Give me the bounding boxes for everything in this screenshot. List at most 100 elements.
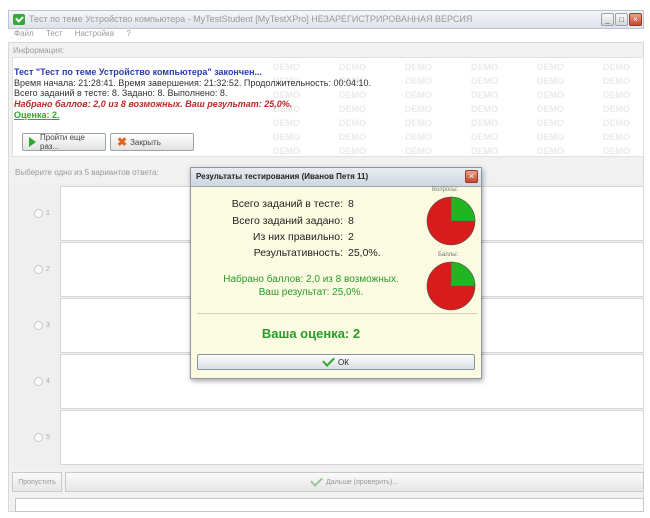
demo-watermark-text: DEMO (339, 90, 366, 100)
title-bar: Тест по теме Устройство компьютера - MyT… (8, 10, 644, 29)
answer-option-5[interactable] (60, 410, 644, 465)
close-x-icon: ✖ (117, 135, 128, 149)
info-section-label: Информация: (13, 46, 65, 55)
stat-efficiency-label: Результативность: (253, 247, 343, 259)
points-line-1: Набрано баллов: 2,0 из 8 возможных. (223, 274, 399, 285)
demo-watermark-text: DEMO (471, 118, 498, 128)
close-label: Закрыть (130, 137, 161, 147)
demo-watermark-text: DEMO (471, 90, 498, 100)
demo-watermark-text: DEMO (339, 118, 366, 128)
dialog-divider (197, 313, 477, 314)
menu-file[interactable]: Файл (14, 29, 34, 38)
answer-number-2: 2 (46, 266, 50, 273)
menu-test[interactable]: Тест (46, 29, 63, 38)
points-line-2: Ваш результат: 25,0%. (258, 287, 364, 298)
demo-watermark-text: DEMO (537, 90, 564, 100)
window-close-button[interactable]: × (629, 13, 642, 26)
demo-watermark-text: DEMO (405, 146, 432, 156)
answer-number-1: 1 (46, 210, 50, 217)
stat-total-label: Всего заданий в тесте: (231, 198, 343, 210)
next-button[interactable]: Дальше (проверить)... (65, 472, 644, 492)
retry-button[interactable]: Пройти еще раз... (22, 133, 106, 151)
demo-watermark-text: DEMO (537, 62, 564, 72)
ok-button[interactable]: ОК (197, 354, 475, 370)
demo-watermark-text: DEMO (537, 118, 564, 128)
stat-efficiency-value: 25,0%. (348, 247, 381, 259)
demo-watermark-text: DEMO (273, 62, 300, 72)
stat-asked-value: 8 (348, 215, 354, 227)
test-finished-title: Тест "Тест по теме Устройство компьютера… (14, 67, 263, 77)
pie-questions-label: Вопросы: (432, 187, 459, 193)
demo-watermark-text: DEMO (405, 90, 432, 100)
demo-watermark-text: DEMO (339, 132, 366, 142)
minimize-button[interactable]: _ (601, 13, 614, 26)
grade-info: Оценка: 2. (14, 110, 60, 120)
demo-watermark-text: DEMO (405, 132, 432, 142)
demo-watermark-text: DEMO (603, 132, 630, 142)
skip-button[interactable]: Пропустить (12, 472, 62, 492)
pie-slice-correct (450, 261, 476, 287)
demo-watermark-text: DEMO (471, 104, 498, 114)
demo-watermark-text: DEMO (537, 146, 564, 156)
app-check-icon (13, 14, 25, 25)
answer-number-4: 4 (46, 378, 50, 385)
stat-correct-value: 2 (348, 231, 354, 243)
demo-watermark-text: DEMO (603, 90, 630, 100)
answer-number-3: 3 (46, 322, 50, 329)
score-info: Набрано баллов: 2,0 из 8 возможных. Ваш … (14, 99, 293, 109)
demo-watermark-text: DEMO (537, 104, 564, 114)
demo-watermark-text: DEMO (537, 76, 564, 86)
time-info: Время начала: 21:28:41. Время завершения… (14, 78, 371, 88)
demo-watermark-text: DEMO (339, 62, 366, 72)
pie-slice-correct (450, 196, 476, 222)
demo-watermark-text: DEMO (603, 62, 630, 72)
demo-watermark-text: DEMO (603, 118, 630, 128)
demo-watermark-text: DEMO (339, 146, 366, 156)
menu-settings[interactable]: Настройка (75, 29, 114, 38)
demo-watermark-text: DEMO (471, 132, 498, 142)
dialog-close-button[interactable]: × (465, 170, 478, 183)
demo-watermark-text: DEMO (405, 118, 432, 128)
window-title: Тест по теме Устройство компьютера - MyT… (29, 14, 473, 24)
results-dialog: Результаты тестирования (Иванов Петя 11)… (190, 167, 482, 379)
tasks-info: Всего заданий в тесте: 8. Задано: 8. Вып… (14, 88, 228, 98)
demo-watermark-text: DEMO (471, 146, 498, 156)
ok-label: ОК (338, 357, 349, 367)
points-pie-chart (426, 261, 476, 311)
skip-label: Пропустить (18, 478, 56, 486)
maximize-button[interactable]: □ (615, 13, 628, 26)
answer-number-5: 5 (46, 434, 50, 441)
demo-watermark-text: DEMO (405, 104, 432, 114)
demo-watermark-text: DEMO (273, 118, 300, 128)
demo-watermark-text: DEMO (471, 76, 498, 86)
answer-instruction: Выберите одно из 5 вариантов ответа: (15, 168, 159, 177)
next-label: Дальше (проверить)... (325, 478, 399, 486)
status-bar (15, 498, 644, 512)
answer-radio-4[interactable] (34, 377, 43, 386)
dialog-title: Результаты тестирования (Иванов Петя 11) (196, 172, 369, 181)
demo-watermark-text: DEMO (603, 104, 630, 114)
stat-asked-label: Всего заданий задано: (232, 215, 343, 227)
questions-pie-chart (426, 196, 476, 246)
retry-label: Пройти еще раз... (40, 133, 85, 151)
demo-watermark-text: DEMO (405, 62, 432, 72)
demo-watermark-text: DEMO (405, 76, 432, 86)
demo-watermark-text: DEMO (603, 76, 630, 86)
demo-watermark-text: DEMO (603, 146, 630, 156)
final-grade: Ваша оценка: 2 (261, 326, 361, 341)
answer-radio-2[interactable] (34, 265, 43, 274)
answer-radio-5[interactable] (34, 433, 43, 442)
ok-check-icon (322, 354, 335, 367)
answer-radio-3[interactable] (34, 321, 43, 330)
stat-total-value: 8 (348, 198, 354, 210)
menu-help[interactable]: ? (126, 29, 130, 38)
play-icon (29, 137, 36, 147)
pie-points-label: Баллы: (438, 252, 459, 258)
demo-watermark-text: DEMO (339, 104, 366, 114)
demo-watermark-text: DEMO (537, 132, 564, 142)
demo-watermark-text: DEMO (471, 62, 498, 72)
stat-correct-label: Из них правильно: (252, 231, 343, 243)
close-button[interactable]: ✖ Закрыть (110, 133, 194, 151)
answer-radio-1[interactable] (34, 209, 43, 218)
dialog-title-bar: Результаты тестирования (Иванов Петя 11)… (191, 168, 481, 187)
